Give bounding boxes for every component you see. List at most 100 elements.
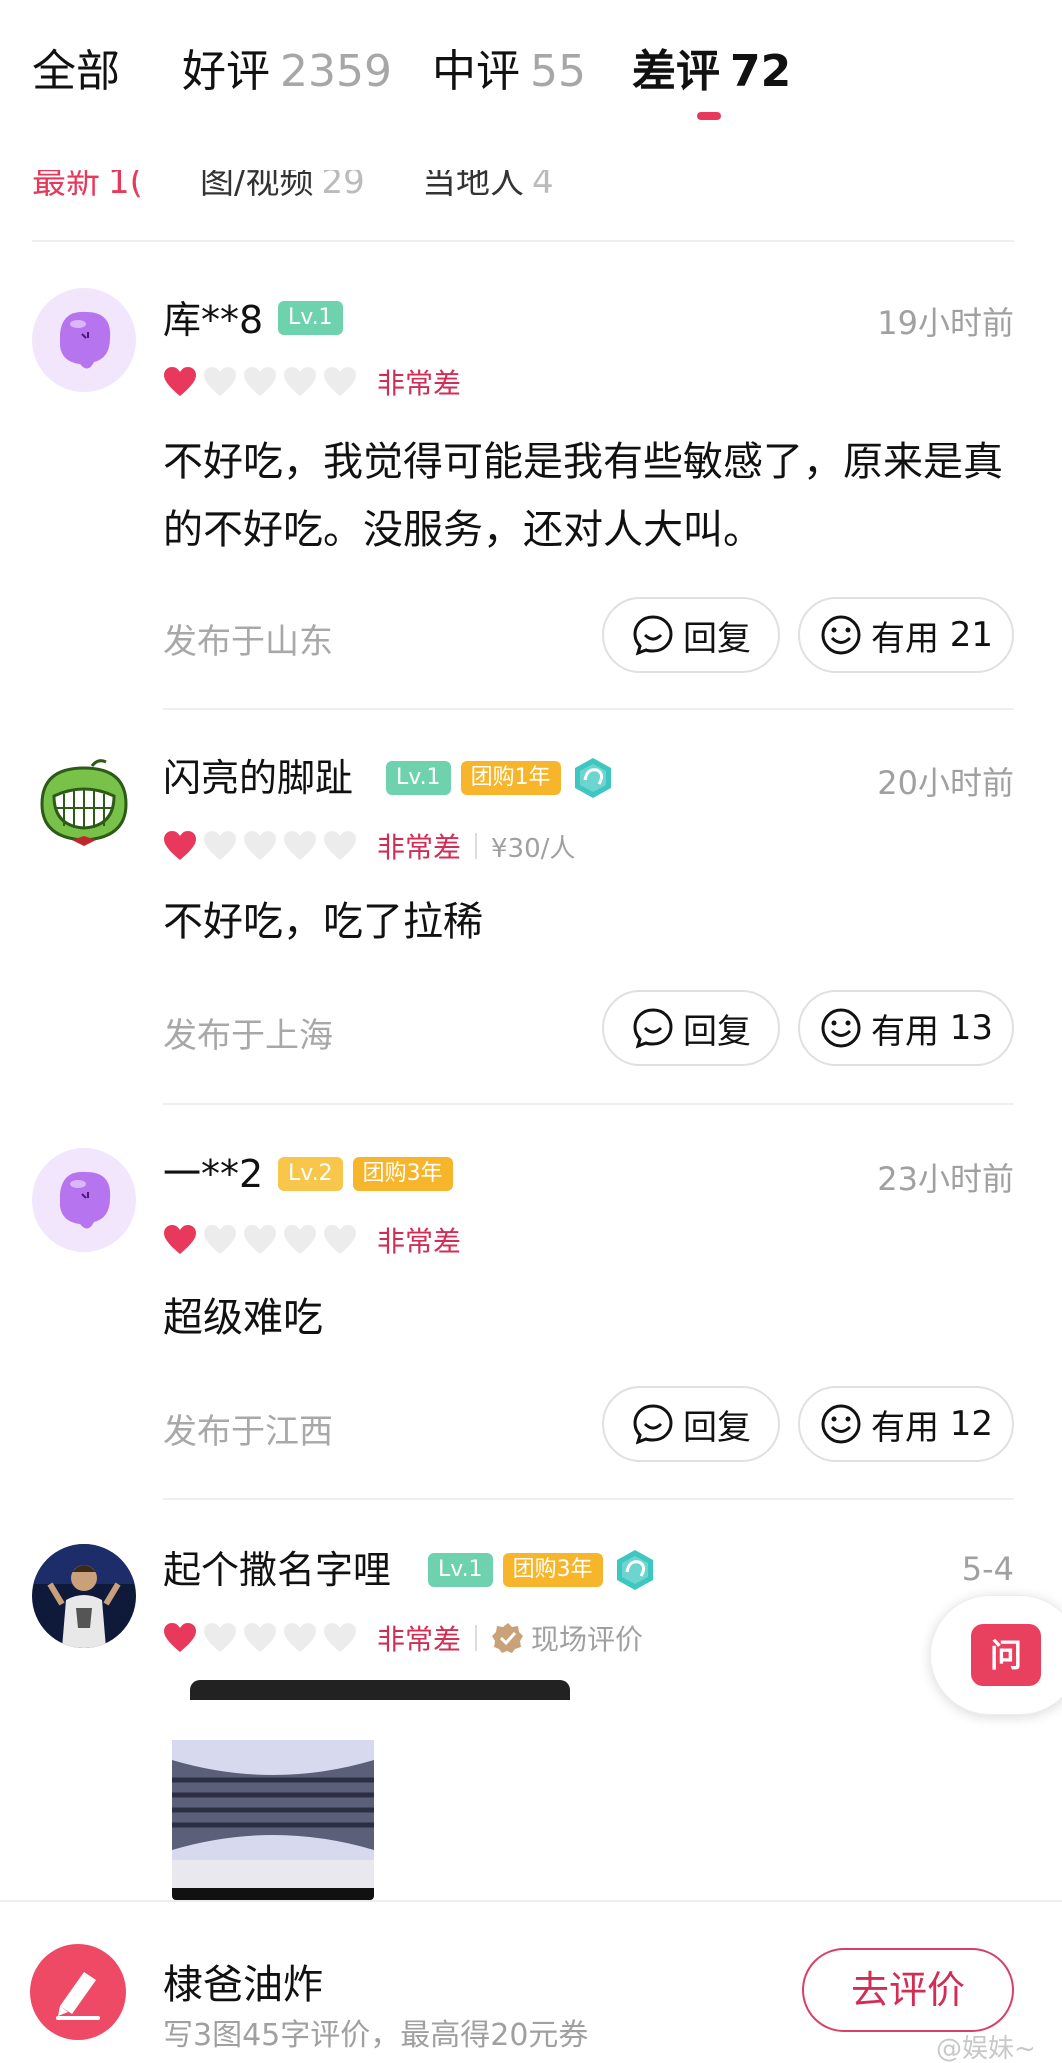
heart-empty-icon [284,1623,316,1652]
reply-button[interactable]: 回复 [602,990,780,1066]
useful-label: 有用 [870,618,939,659]
level-badge: Lv.1 [428,1553,493,1587]
useful-button[interactable]: 有用 21 [798,597,1014,673]
heart-empty-icon [284,1225,316,1254]
review-content[interactable]: 超级难吃 [163,1284,1003,1352]
separator [475,1625,478,1651]
useful-count: 13 [949,1008,994,1048]
badge-group: Lv.1 [278,300,343,336]
review-photo[interactable] [172,1700,374,1900]
reply-button[interactable]: 回复 [602,597,780,673]
comment-icon [633,615,673,656]
divider [163,1103,1014,1105]
heart-empty-icon [244,1225,276,1254]
review-reward-hint: 写3图45字评价，最高得20元券 [163,2018,589,2053]
heart-empty-icon [204,1623,236,1652]
reply-label: 回复 [683,618,751,659]
smile-icon [821,1404,861,1444]
tab-count: 55 [530,46,586,97]
tab-neutral[interactable]: 中评 55 [432,42,586,102]
tab-count: 72 [730,46,792,97]
smile-icon [821,615,861,655]
heart-empty-icon [244,831,276,860]
group-buy-badge: 团购3年 [502,1553,603,1587]
active-tab-indicator [697,112,721,120]
review-time: 19小时前 [877,304,1014,342]
heart-empty-icon [204,831,236,860]
verified-check-icon [492,1623,524,1653]
review-location: 发布于上海 [163,1016,333,1056]
review-location: 发布于山东 [163,622,333,662]
badge-group: Lv.1 团购1年 [386,758,615,798]
heart-filled-icon [164,367,196,396]
tab-all[interactable]: 全部 [32,42,120,102]
review-content[interactable]: 不好吃，我觉得可能是我有些敏感了，原来是真的不好吃。没服务，还对人大叫。 [163,428,1003,564]
heart-filled-icon [164,831,196,860]
rating-hearts: 非常差 ¥30/人 [163,826,575,866]
heart-empty-icon [284,831,316,860]
useful-label: 有用 [870,1407,939,1448]
separator [475,833,478,859]
heart-empty-icon [324,367,356,396]
green-grin-avatar-icon[interactable] [32,752,136,856]
review-time: 5-4 [961,1550,1014,1588]
on-site-review-tag: 现场评价 [491,1618,643,1658]
review-time: 20小时前 [877,764,1014,802]
purple-blob-avatar-icon[interactable] [32,288,136,392]
rating-hearts: 非常差 现场评价 [163,1618,643,1658]
write-review-button[interactable]: 去评价 [802,1948,1014,2032]
badge-group: Lv.1 团购3年 [428,1550,657,1590]
comment-icon [633,1008,673,1049]
rating-text: 非常差 [377,1225,462,1258]
price-per-person: ¥30/人 [491,833,576,864]
review-content[interactable]: 不好吃，吃了拉稀 [163,888,1003,956]
ask-label: 问 [971,1624,1041,1686]
tab-count: 2359 [280,46,392,97]
useful-button[interactable]: 有用 12 [798,1386,1014,1462]
heart-empty-icon [244,1623,276,1652]
watermark: @娱妹~ [936,2034,1036,2063]
smile-icon [821,1008,861,1048]
username[interactable]: 起个撒名字哩 [163,1544,391,1596]
purple-blob-avatar-icon[interactable] [32,1148,136,1252]
tab-label: 好评 [182,46,270,97]
ask-question-button[interactable]: 问 [930,1595,1062,1715]
pencil-icon[interactable] [30,1944,126,2040]
heart-empty-icon [324,831,356,860]
hexagon-medal-icon [574,758,611,798]
level-badge: Lv.1 [386,761,451,795]
heart-empty-icon [244,367,276,396]
rating-hearts: 非常差 [163,1220,461,1260]
reply-label: 回复 [683,1011,751,1052]
person-photo-avatar-icon[interactable] [32,1544,136,1648]
username[interactable]: 闪亮的脚趾 [163,752,353,804]
tab-negative[interactable]: 差评 72 [632,42,791,102]
tab-label: 中评 [432,46,520,97]
tab-label: 全部 [32,46,120,97]
rating-hearts: 非常差 [163,362,461,402]
rating-text: 非常差 [377,831,462,864]
heart-empty-icon [204,367,236,396]
reply-label: 回复 [683,1407,751,1448]
image-edge [190,1680,570,1700]
level-badge: Lv.1 [278,301,343,335]
useful-label: 有用 [870,1011,939,1052]
reply-button[interactable]: 回复 [602,1386,780,1462]
useful-count: 12 [949,1404,994,1444]
shop-name: 棣爸油炸 [163,1962,323,2008]
verified-label: 现场评价 [531,1623,644,1656]
tab-positive[interactable]: 好评 2359 [182,42,392,102]
heart-empty-icon [284,367,316,396]
review-tabs: 全部 好评 2359 中评 55 差评 72 [0,0,1062,130]
username[interactable]: 一**2 [163,1148,263,1200]
useful-count: 21 [949,615,994,655]
comment-icon [633,1404,673,1445]
tabs-mask [0,130,1062,170]
useful-button[interactable]: 有用 13 [798,990,1014,1066]
review-location: 发布于江西 [163,1412,333,1452]
group-buy-badge: 团购3年 [352,1157,453,1191]
hexagon-medal-icon [616,1550,653,1590]
divider [163,1498,1014,1500]
group-buy-badge: 团购1年 [460,761,561,795]
username[interactable]: 库**8 [163,294,263,346]
